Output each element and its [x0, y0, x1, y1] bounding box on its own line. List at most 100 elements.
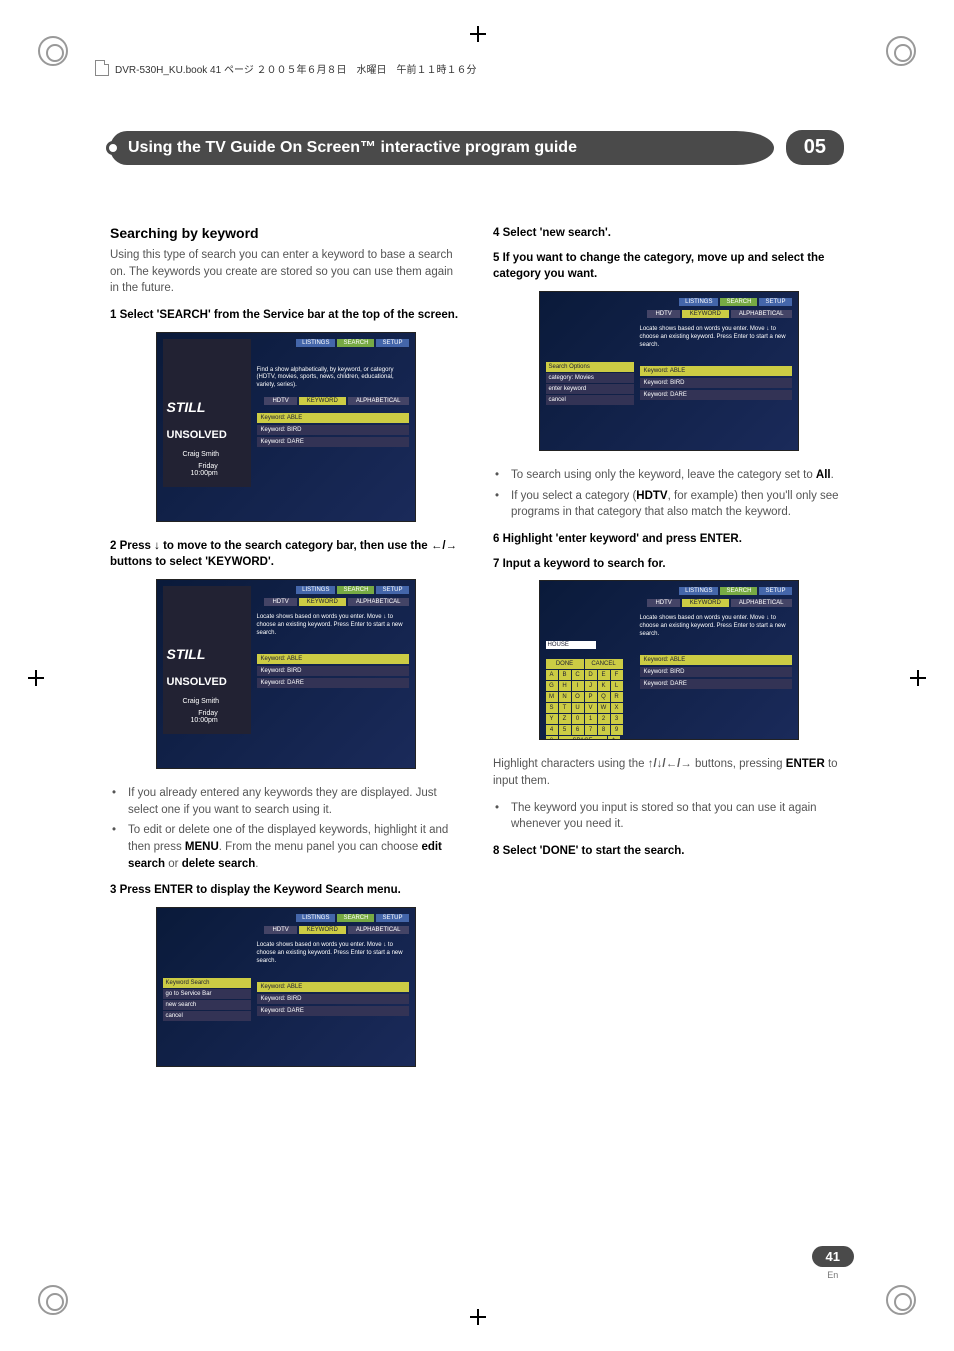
ss-row: Keyword: DARE	[640, 679, 792, 689]
ss-info: Locate shows based on words you enter. M…	[257, 942, 409, 965]
ss-row: Keyword: BIRD	[257, 666, 409, 676]
ss-row: Keyword: BIRD	[257, 425, 409, 435]
page-content: Using the TV Guide On Screen™ interactiv…	[110, 130, 844, 1083]
print-target-icon	[886, 1285, 916, 1315]
ss-tab: SEARCH	[720, 587, 757, 595]
ss-text: Craig Smith	[183, 451, 220, 458]
ss-row: Keyword: BIRD	[257, 994, 409, 1004]
ss-row: Keyword: ABLE	[640, 366, 792, 376]
ui-screenshot-2: STILL UNSOLVED Craig Smith Friday10:00pm…	[156, 579, 416, 769]
ss-text: UNSOLVED	[167, 429, 227, 441]
intro-paragraph: Using this type of search you can enter …	[110, 247, 461, 297]
ss-info: Locate shows based on words you enter. M…	[640, 326, 792, 349]
ss-tab: LISTINGS	[296, 914, 335, 922]
registration-mark-icon	[28, 670, 44, 686]
ss-menu-item: enter keyword	[546, 384, 634, 394]
ss-subtab: ALPHABETICAL	[731, 310, 792, 318]
step-6: 6 Highlight 'enter keyword' and press EN…	[493, 531, 844, 548]
ss-row: Keyword: BIRD	[640, 667, 792, 677]
left-column: Searching by keyword Using this type of …	[110, 225, 461, 1083]
ss-row: Keyword: DARE	[257, 678, 409, 688]
ss-subtab: KEYWORD	[299, 598, 346, 606]
ui-screenshot-5: LISTINGS SEARCH SETUP HDTV KEYWORD ALPHA…	[539, 580, 799, 740]
ss-row: Keyword: BIRD	[640, 378, 792, 388]
document-icon	[95, 60, 109, 76]
arrow-keys-icon: ↑/↓/←/→	[648, 758, 692, 770]
registration-mark-icon	[470, 1309, 486, 1325]
ss-menu-item: cancel	[163, 1011, 251, 1021]
ss-row: Keyword: DARE	[640, 390, 792, 400]
page-title: Using the TV Guide On Screen™ interactiv…	[110, 131, 774, 165]
ss-info: Find a show alphabetically, by keyword, …	[257, 367, 409, 390]
step-7: 7 Input a keyword to search for.	[493, 556, 844, 573]
ss-tab: LISTINGS	[296, 586, 335, 594]
book-header: DVR-530H_KU.book 41 ページ ２００５年６月８日 水曜日 午前…	[95, 60, 477, 76]
bullet-list: If you already entered any keywords they…	[110, 785, 461, 872]
ss-menu-title: Keyword Search	[163, 978, 251, 988]
ss-tab: SETUP	[376, 914, 408, 922]
ss-row: Keyword: ABLE	[257, 413, 409, 423]
ss-tab: SETUP	[376, 586, 408, 594]
page-number-badge: 41 En	[812, 1246, 854, 1281]
bullet-list: The keyword you input is stored so that …	[493, 800, 844, 833]
step-3: 3 Press ENTER to display the Keyword Sea…	[110, 882, 461, 899]
ss-tab: LISTINGS	[296, 339, 335, 347]
ss-row: Keyword: DARE	[257, 437, 409, 447]
ss-menu-item: cancel	[546, 395, 634, 405]
ss-subtab: HDTV	[647, 310, 679, 318]
ss-menu-item: new search	[163, 1000, 251, 1010]
ss-text: Craig Smith	[183, 698, 220, 705]
page-language: En	[827, 1270, 838, 1280]
ss-text: UNSOLVED	[167, 676, 227, 688]
ss-subtab: KEYWORD	[299, 397, 346, 405]
ss-tab: LISTINGS	[679, 298, 718, 306]
ss-info: Locate shows based on words you enter. M…	[257, 614, 409, 637]
ss-row: Keyword: ABLE	[640, 655, 792, 665]
ss-keyboard: HOUSE DONECANCEL ABCDEF GHIJKL MNOPQR ST…	[546, 659, 634, 740]
ss-tab: SEARCH	[337, 914, 374, 922]
ui-screenshot-3: LISTINGS SEARCH SETUP HDTV KEYWORD ALPHA…	[156, 907, 416, 1067]
ss-subtab: HDTV	[264, 926, 296, 934]
print-target-icon	[38, 1285, 68, 1315]
ss-text: Friday10:00pm	[191, 463, 218, 477]
step-8: 8 Select 'DONE' to start the search.	[493, 843, 844, 860]
ss-row: Keyword: ABLE	[257, 982, 409, 992]
ss-tab: SETUP	[376, 339, 408, 347]
list-item: To search using only the keyword, leave …	[507, 467, 844, 484]
ss-tab: LISTINGS	[679, 587, 718, 595]
tail-paragraph: Highlight characters using the ↑/↓/←/→ b…	[493, 756, 844, 789]
ss-subtab: KEYWORD	[682, 599, 729, 607]
print-target-icon	[38, 36, 68, 66]
ss-row: Keyword: ABLE	[257, 654, 409, 664]
ss-text: STILL	[167, 646, 206, 662]
right-column: 4 Select 'new search'. 5 If you want to …	[493, 225, 844, 1083]
ss-subtab: HDTV	[647, 599, 679, 607]
print-target-icon	[886, 36, 916, 66]
ss-tab: SETUP	[759, 298, 791, 306]
list-item: The keyword you input is stored so that …	[507, 800, 844, 833]
ss-subtab: KEYWORD	[299, 926, 346, 934]
ss-row: Keyword: DARE	[257, 1006, 409, 1016]
ss-subtab: HDTV	[264, 397, 296, 405]
ss-tab: SEARCH	[337, 586, 374, 594]
ss-menu-title: Search Options	[546, 362, 634, 372]
ss-kb-input: HOUSE	[546, 641, 596, 649]
registration-mark-icon	[910, 670, 926, 686]
ss-subtab: ALPHABETICAL	[348, 598, 409, 606]
ss-tab: SEARCH	[720, 298, 757, 306]
list-item: If you select a category (HDTV, for exam…	[507, 488, 844, 521]
ss-subtab: ALPHABETICAL	[348, 397, 409, 405]
ss-text: STILL	[167, 399, 206, 415]
section-heading: Searching by keyword	[110, 225, 461, 241]
page-number: 41	[812, 1246, 854, 1267]
step-5: 5 If you want to change the category, mo…	[493, 250, 844, 283]
ss-menu-item: go to Service Bar	[163, 989, 251, 999]
ss-info: Locate shows based on words you enter. M…	[640, 615, 792, 638]
step-4: 4 Select 'new search'.	[493, 225, 844, 242]
ss-text: Friday10:00pm	[191, 710, 218, 724]
ss-tab: SEARCH	[337, 339, 374, 347]
ss-subtab: HDTV	[264, 598, 296, 606]
ss-menu-item: category: Movies	[546, 373, 634, 383]
book-header-text: DVR-530H_KU.book 41 ページ ２００５年６月８日 水曜日 午前…	[115, 61, 477, 76]
chapter-badge: 05	[786, 130, 844, 165]
